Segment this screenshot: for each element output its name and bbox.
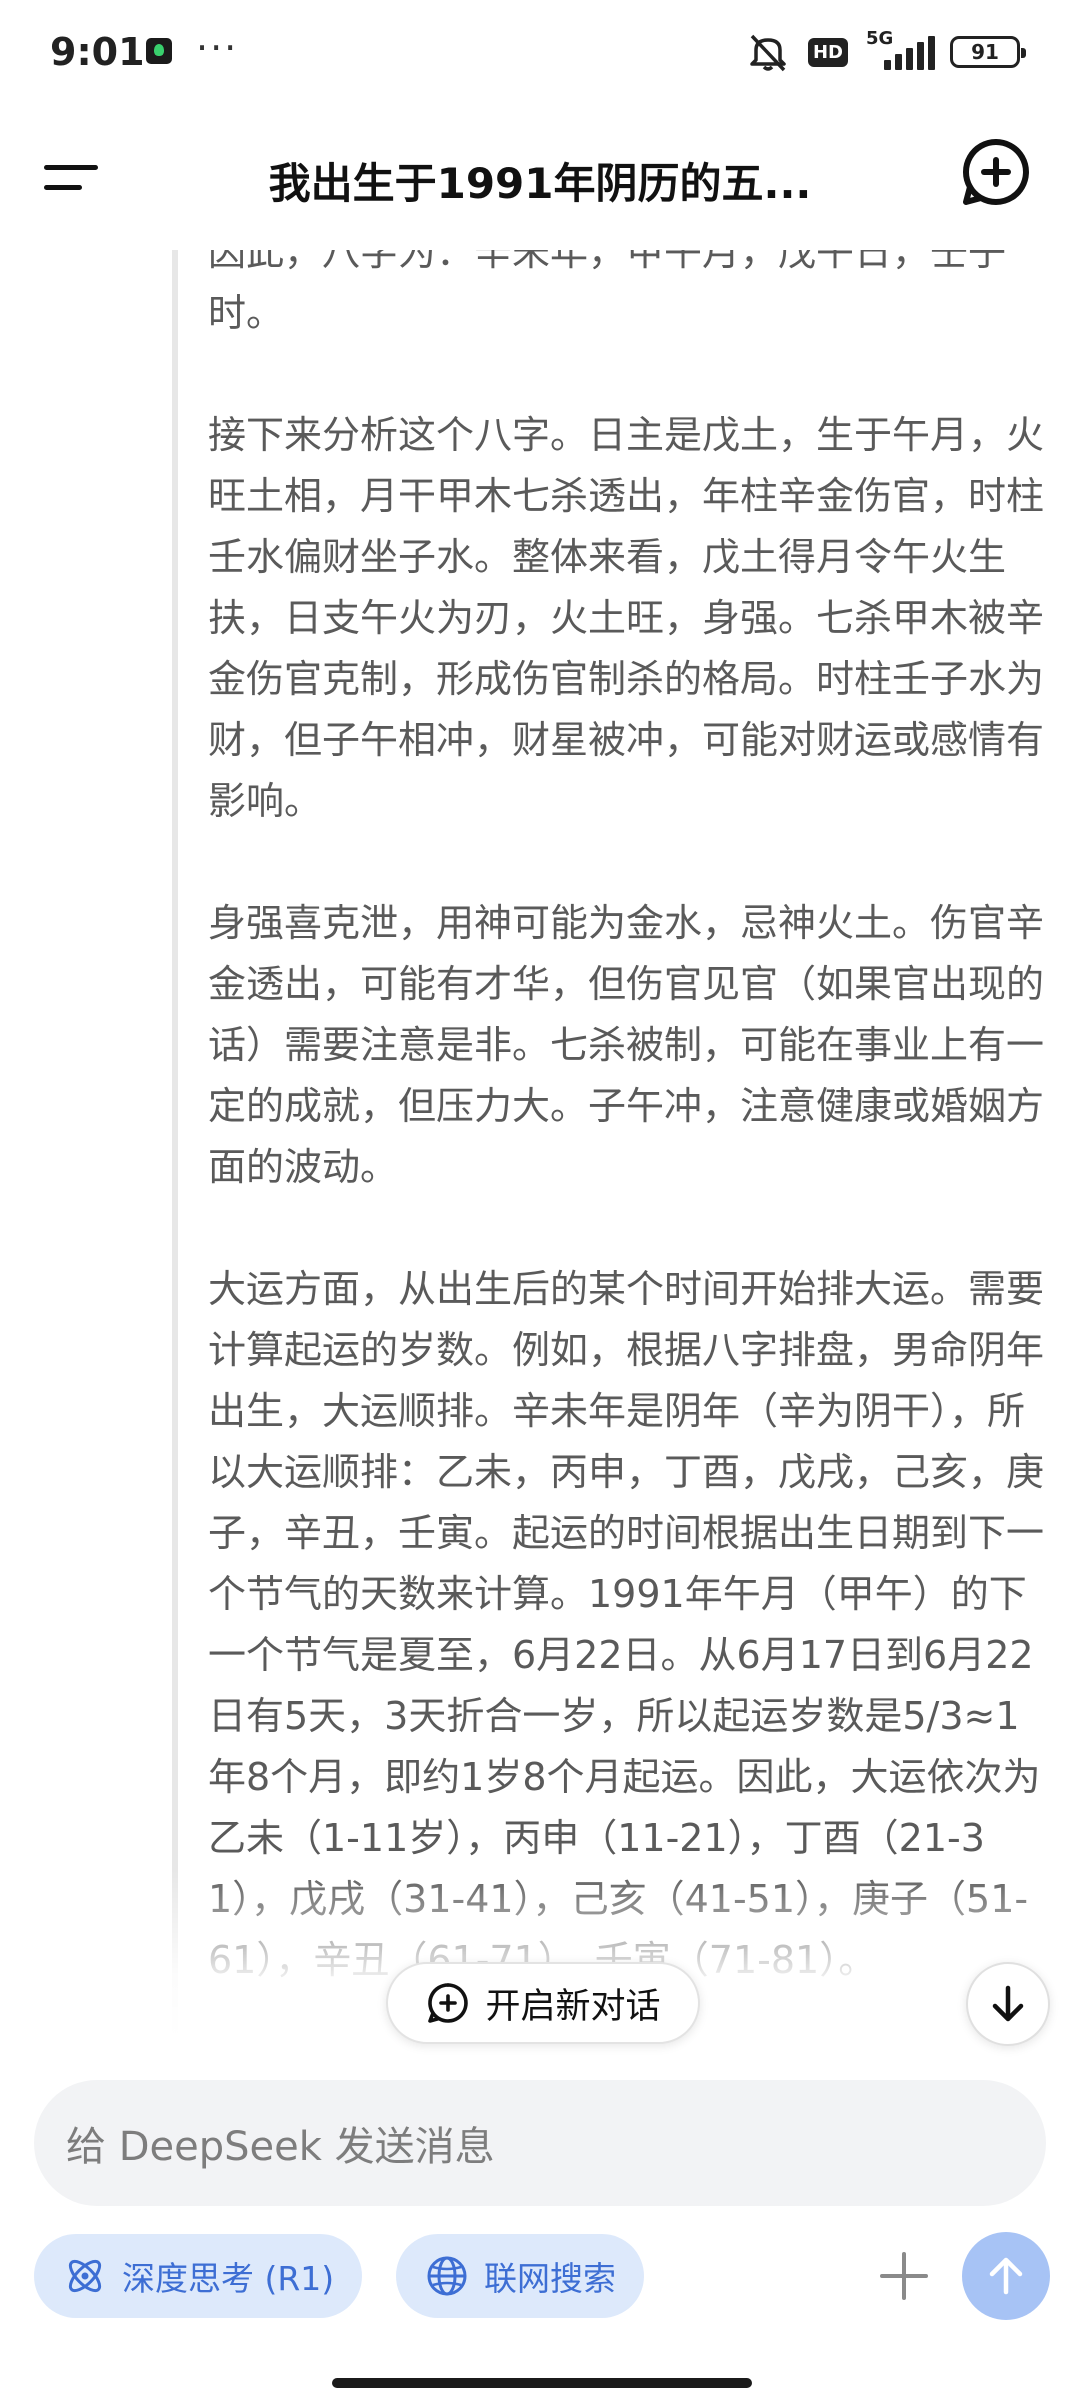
more-notifications-icon: ··· [196, 26, 239, 70]
globe-icon [427, 2256, 467, 2296]
send-button[interactable] [962, 2232, 1050, 2320]
thinking-quote-bar [172, 250, 178, 2040]
web-search-label: 联网搜索 [484, 2259, 616, 2298]
atom-icon [68, 2259, 102, 2293]
chat-plus-icon [963, 139, 1029, 206]
home-indicator[interactable] [332, 2378, 752, 2388]
plus-icon [880, 2252, 928, 2300]
menu-icon-line [44, 185, 82, 190]
chat-plus-icon [428, 1983, 469, 2023]
battery-icon: 91 [950, 36, 1026, 68]
paragraph: 大运方面，从出生后的某个时间开始排大运。需要计算起运的岁数。例如，根据八字排盘，… [208, 1267, 1045, 1982]
music-app-icon [146, 38, 172, 64]
attach-button[interactable] [862, 2234, 946, 2318]
scroll-to-bottom-button[interactable] [966, 1962, 1050, 2046]
status-bar: 9:01 ··· HD 5G 91 [0, 0, 1080, 110]
paragraph: 接下来分析这个八字。日主是戊土，生于午月，火旺土相，月干甲木七杀透出，年柱辛金伤… [208, 413, 1045, 823]
deep-think-label: 深度思考 (R1) [122, 2259, 335, 2298]
chat-header: 我出生于1991年阴历的五... [0, 110, 1080, 250]
start-new-chat-button[interactable]: 开启新对话 [386, 1962, 700, 2044]
message-input[interactable]: 给 DeepSeek 发送消息 [34, 2080, 1046, 2206]
hd-badge: HD [807, 37, 848, 67]
signal-icon: 5G [866, 28, 935, 72]
page-title: 我出生于1991年阴历的五... [268, 159, 812, 208]
menu-button[interactable] [40, 140, 110, 210]
start-new-chat-label: 开启新对话 [485, 1986, 661, 2027]
new-chat-button[interactable] [956, 132, 1036, 212]
thinking-text: 因此，八字为：辛未年，甲午月，戊午日，壬子时。 接下来分析这个八字。日主是戊土，… [208, 250, 1048, 2040]
paragraph: 因此，八字为：辛未年，甲午月，戊午日，壬子时。 [208, 250, 1007, 335]
arrow-up-icon [989, 2257, 1023, 2295]
paragraph: 身强喜克泄，用神可能为金水，忌神火土。伤官辛金透出，可能有才华，但伤官见官（如果… [208, 901, 1045, 1189]
message-content: 因此，八字为：辛未年，甲午月，戊午日，壬子时。 接下来分析这个八字。日主是戊土，… [0, 250, 1080, 2040]
status-time: 9:01 [50, 30, 145, 74]
mute-icon [746, 32, 790, 72]
arrow-down-icon [992, 1985, 1024, 2022]
deep-think-toggle[interactable]: 深度思考 (R1) [34, 2234, 363, 2318]
status-indicators: HD 5G 91 [746, 28, 1026, 72]
web-search-toggle[interactable]: 联网搜索 [396, 2234, 644, 2318]
composer-tools: 深度思考 (R1) 联网搜索 [0, 2232, 1080, 2324]
message-input-placeholder: 给 DeepSeek 发送消息 [66, 2124, 495, 2170]
battery-level: 91 [971, 40, 999, 64]
menu-icon [44, 165, 98, 170]
